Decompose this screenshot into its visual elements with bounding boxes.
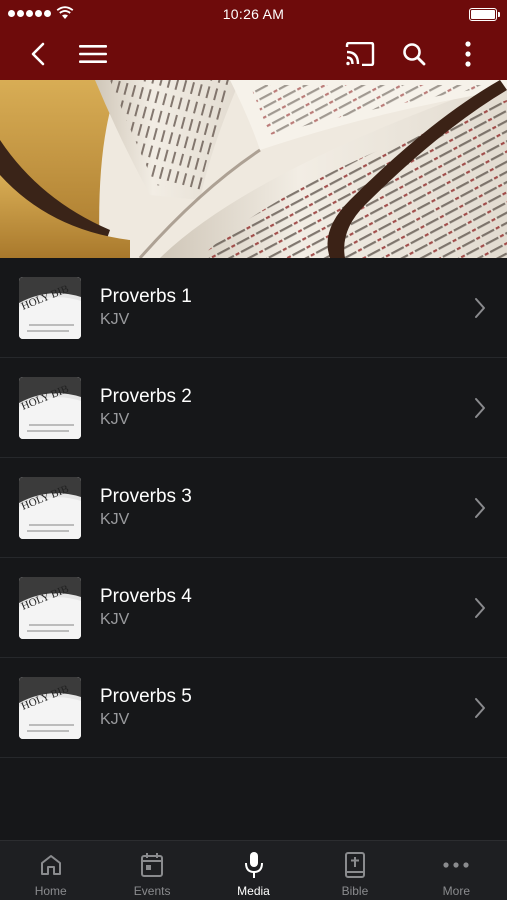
cast-button[interactable] <box>340 34 380 74</box>
tab-more[interactable]: More <box>406 841 507 900</box>
search-button[interactable] <box>394 34 434 74</box>
nav-bar <box>0 28 507 80</box>
hero-bible-image <box>0 80 507 258</box>
list-item[interactable]: HOLY BIB Proverbs 2 KJV <box>0 358 507 458</box>
holy-bible-thumbnail: HOLY BIB <box>19 577 81 639</box>
bible-icon <box>344 852 365 878</box>
holy-bible-thumbnail: HOLY BIB <box>19 377 81 439</box>
tab-media[interactable]: Media <box>203 841 304 900</box>
item-title: Proverbs 5 <box>100 686 192 707</box>
tab-label: Bible <box>341 884 369 898</box>
item-title: Proverbs 2 <box>100 386 192 407</box>
chevron-right-icon <box>475 498 485 518</box>
tab-label: Home <box>34 884 67 898</box>
holy-bible-thumbnail: HOLY BIB <box>19 277 81 339</box>
list-item[interactable]: HOLY BIB Proverbs 3 KJV <box>0 458 507 558</box>
holy-bible-thumbnail: HOLY BIB <box>19 477 81 539</box>
search-icon <box>403 43 426 66</box>
list-item[interactable]: HOLY BIB Proverbs 4 KJV <box>0 558 507 658</box>
calendar-icon <box>141 853 164 877</box>
tab-events[interactable]: Events <box>101 841 202 900</box>
item-subtitle: KJV <box>100 511 130 528</box>
microphone-icon <box>244 852 263 878</box>
item-title: Proverbs 3 <box>100 486 192 507</box>
app-header: 10:26 AM <box>0 0 507 80</box>
chevron-right-icon <box>475 598 485 618</box>
tab-label: More <box>442 884 470 898</box>
chevron-right-icon <box>475 698 485 718</box>
tab-bible[interactable]: Bible <box>304 841 405 900</box>
battery-icon <box>469 8 500 21</box>
menu-button[interactable] <box>73 34 113 74</box>
vertical-ellipsis-icon <box>465 41 471 67</box>
item-subtitle: KJV <box>100 411 130 428</box>
tab-home[interactable]: Home <box>0 841 101 900</box>
item-subtitle: KJV <box>100 711 130 728</box>
list-item[interactable]: HOLY BIB Proverbs 1 KJV <box>0 258 507 358</box>
more-options-button[interactable] <box>448 34 488 74</box>
item-subtitle: KJV <box>100 311 130 328</box>
tab-label: Events <box>133 884 171 898</box>
horizontal-ellipsis-icon <box>443 862 469 868</box>
tab-label: Media <box>237 884 270 898</box>
home-icon <box>40 855 61 875</box>
holy-bible-thumbnail: HOLY BIB <box>19 677 81 739</box>
hamburger-menu-icon <box>79 45 107 63</box>
chevron-right-icon <box>475 298 485 318</box>
cast-icon <box>345 42 375 66</box>
item-title: Proverbs 4 <box>100 586 192 607</box>
status-bar: 10:26 AM <box>0 0 507 28</box>
chevron-right-icon <box>475 398 485 418</box>
open-bible-illustration <box>0 80 507 258</box>
list-item[interactable]: HOLY BIB Proverbs 5 KJV <box>0 658 507 758</box>
item-title: Proverbs 1 <box>100 286 192 307</box>
bottom-tab-bar: Home Events Media Bible More <box>0 840 507 900</box>
back-button[interactable] <box>18 34 58 74</box>
chevron-left-icon <box>31 42 45 66</box>
item-subtitle: KJV <box>100 611 130 628</box>
status-time: 10:26 AM <box>222 6 285 22</box>
sermon-list: HOLY BIB Proverbs 1 KJV HOLY BIB Proverb… <box>0 258 507 758</box>
